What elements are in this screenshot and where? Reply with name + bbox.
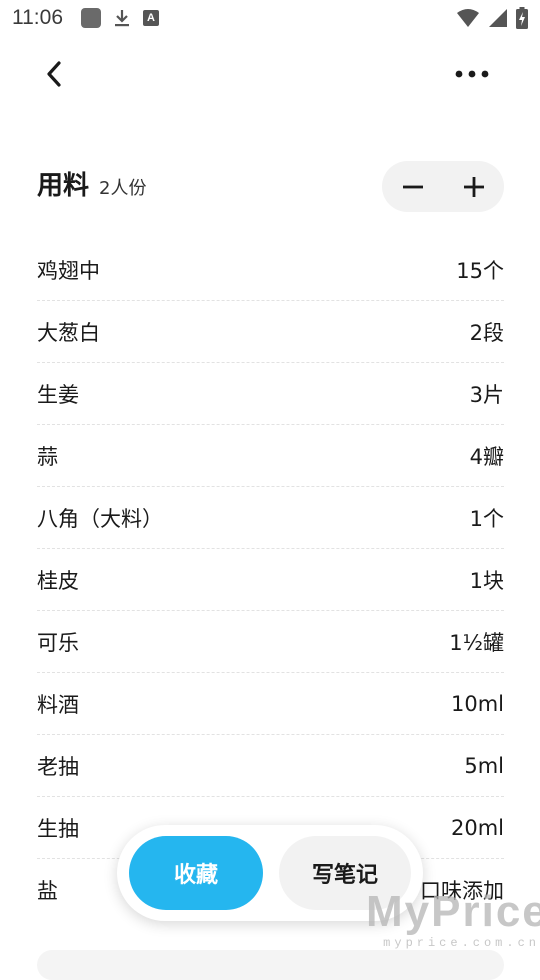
ingredient-name: 老抽 — [37, 754, 79, 779]
ingredient-name: 盐 — [37, 879, 58, 903]
ingredient-amount: 1½罐 — [449, 630, 504, 655]
ingredient-row: 可乐 1½罐 — [37, 611, 504, 673]
chevron-left-icon — [47, 61, 61, 87]
ingredient-amount: 4瓣 — [469, 444, 504, 469]
ingredients-header: 用料 2人份 — [37, 165, 146, 202]
ingredient-row: 生姜 3片 — [37, 363, 504, 425]
ingredient-amount: 15个 — [456, 258, 504, 283]
app-notification-icon — [81, 8, 101, 28]
decrease-servings-button[interactable] — [393, 167, 433, 207]
servings-stepper — [382, 161, 504, 212]
plus-icon — [463, 176, 484, 197]
ingredient-amount: 1个 — [469, 506, 504, 531]
ingredient-amount: 2段 — [469, 320, 504, 345]
ingredient-name: 鸡翅中 — [37, 258, 100, 283]
minus-icon — [402, 185, 423, 188]
ingredient-row: 老抽 5ml — [37, 735, 504, 797]
ingredient-name: 大葱白 — [37, 320, 100, 345]
ingredient-name: 桂皮 — [37, 568, 79, 593]
ingredient-row: 蒜 4瓣 — [37, 425, 504, 487]
download-icon — [115, 10, 129, 27]
ingredient-row: 料酒 10ml — [37, 673, 504, 735]
ingredient-amount: 10ml — [450, 691, 504, 716]
back-button[interactable] — [36, 56, 72, 92]
ingredient-amount: 20ml — [450, 815, 504, 840]
ingredient-name: 生姜 — [37, 382, 79, 407]
system-icons — [456, 7, 528, 29]
ingredient-row: 鸡翅中 15个 — [37, 239, 504, 301]
more-horizontal-icon — [455, 70, 489, 78]
status-time: 11:06 — [12, 6, 63, 29]
ingredient-amount: 3片 — [469, 382, 504, 407]
battery-charging-icon — [516, 7, 528, 29]
next-section-card — [37, 950, 504, 980]
notification-icons: A — [81, 8, 159, 28]
ingredient-row: 大葱白 2段 — [37, 301, 504, 363]
more-button[interactable] — [450, 56, 494, 92]
floating-action-bar: 收藏 写笔记 — [117, 825, 423, 921]
accessibility-notification-icon: A — [143, 10, 159, 26]
ingredient-row: 八角（大料） 1个 — [37, 487, 504, 549]
ingredient-name: 可乐 — [37, 630, 79, 655]
ingredient-name: 蒜 — [37, 444, 58, 469]
ingredients-title: 用料 — [37, 171, 90, 201]
increase-servings-button[interactable] — [454, 167, 494, 207]
write-note-button[interactable]: 写笔记 — [279, 836, 411, 910]
ingredient-name: 生抽 — [37, 816, 79, 841]
favorite-button[interactable]: 收藏 — [129, 836, 263, 910]
ingredient-amount: 5ml — [464, 753, 504, 778]
signal-icon — [489, 9, 507, 27]
status-bar: 11:06 A — [0, 0, 540, 36]
ingredient-name: 料酒 — [37, 692, 79, 717]
ingredient-name: 八角（大料） — [37, 506, 163, 531]
ingredient-row: 桂皮 1块 — [37, 549, 504, 611]
ingredient-list: 鸡翅中 15个 大葱白 2段 生姜 3片 蒜 4瓣 八角（大料） 1个 桂皮 1… — [37, 239, 504, 921]
ingredient-amount: 1块 — [469, 568, 504, 593]
servings-label: 2人份 — [99, 178, 147, 199]
ingredient-amount: 口味添加 — [420, 879, 504, 903]
wifi-icon — [457, 9, 479, 27]
watermark-url: myprice.com.cn — [383, 936, 540, 950]
